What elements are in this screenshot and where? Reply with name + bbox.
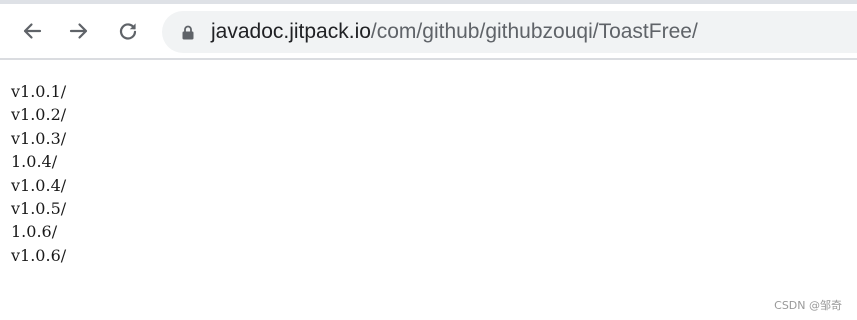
back-button[interactable] bbox=[15, 14, 49, 48]
list-item: v1.0.5/ bbox=[11, 197, 66, 220]
list-item: 1.0.4/ bbox=[11, 150, 66, 173]
list-item: v1.0.3/ bbox=[11, 127, 66, 150]
list-item: 1.0.6/ bbox=[11, 220, 66, 243]
directory-link[interactable]: v1.0.6/ bbox=[11, 246, 66, 265]
directory-link[interactable]: 1.0.6/ bbox=[11, 222, 57, 241]
reload-button[interactable] bbox=[111, 14, 145, 48]
directory-listing: v1.0.1/ v1.0.2/ v1.0.3/ 1.0.4/ v1.0.4/ v… bbox=[11, 80, 66, 267]
directory-link[interactable]: v1.0.3/ bbox=[11, 129, 66, 148]
url-host: javadoc.jitpack.io bbox=[211, 20, 371, 43]
directory-link[interactable]: v1.0.2/ bbox=[11, 105, 66, 124]
forward-button[interactable] bbox=[62, 14, 96, 48]
directory-link[interactable]: v1.0.4/ bbox=[11, 176, 66, 195]
list-item: v1.0.4/ bbox=[11, 174, 66, 197]
url-text[interactable]: javadoc.jitpack.io/com/github/githubzouq… bbox=[211, 20, 698, 44]
directory-link[interactable]: v1.0.5/ bbox=[11, 199, 66, 218]
list-item: v1.0.6/ bbox=[11, 244, 66, 267]
browser-toolbar: javadoc.jitpack.io/com/github/githubzouq… bbox=[0, 4, 857, 58]
list-item: v1.0.2/ bbox=[11, 103, 66, 126]
reload-icon bbox=[119, 23, 137, 40]
list-item: v1.0.1/ bbox=[11, 80, 66, 103]
url-path: /com/github/githubzouqi/ToastFree/ bbox=[370, 20, 698, 43]
back-arrow-icon bbox=[23, 23, 42, 39]
lock-icon bbox=[182, 25, 194, 40]
forward-arrow-icon bbox=[69, 23, 88, 39]
directory-link[interactable]: v1.0.1/ bbox=[11, 82, 66, 101]
toolbar-divider bbox=[0, 58, 857, 60]
csdn-watermark: CSDN @邹奇 bbox=[774, 299, 842, 312]
address-bar[interactable]: javadoc.jitpack.io/com/github/githubzouq… bbox=[162, 11, 857, 53]
directory-link[interactable]: 1.0.4/ bbox=[11, 152, 57, 171]
